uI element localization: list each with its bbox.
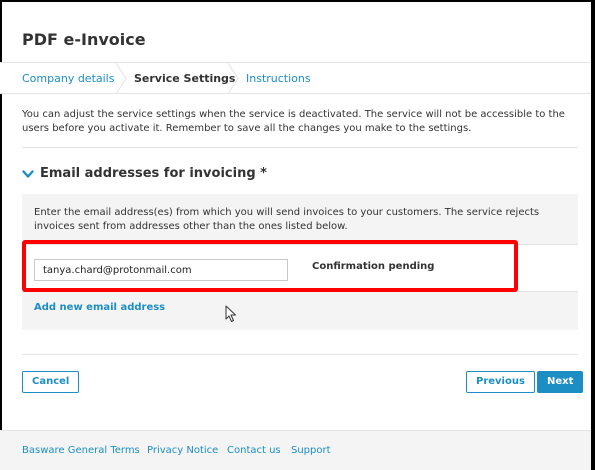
intro-text: You can adjust the service settings when… [22, 109, 565, 134]
divider [22, 354, 578, 355]
footer-link-support[interactable]: Support [291, 445, 331, 456]
highlight-box [22, 240, 518, 292]
section-title: Email addresses for invoicing * [40, 166, 267, 181]
next-button[interactable]: Next [537, 371, 584, 393]
cancel-button[interactable]: Cancel [22, 371, 80, 393]
mouse-pointer-icon [225, 305, 237, 323]
section-toggle[interactable]: Email addresses for invoicing * [22, 166, 267, 181]
wizard-tabs: Company details Service Settings Instruc… [0, 62, 591, 94]
footer-link-contact[interactable]: Contact us [227, 445, 281, 456]
divider [22, 147, 578, 148]
page-title: PDF e-Invoice [22, 30, 146, 49]
tab-company-details[interactable]: Company details [22, 63, 114, 94]
previous-button[interactable]: Previous [466, 371, 535, 393]
section-description: Enter the email address(es) from which y… [34, 207, 540, 232]
footer-link-terms[interactable]: Basware General Terms [22, 445, 140, 456]
footer-link-privacy[interactable]: Privacy Notice [147, 445, 218, 456]
tab-service-settings[interactable]: Service Settings [134, 63, 235, 94]
add-email-link[interactable]: Add new email address [34, 302, 165, 313]
tab-separator-icon [114, 63, 128, 94]
footer: Basware General Terms Privacy Notice Con… [0, 430, 591, 470]
tab-instructions[interactable]: Instructions [246, 63, 311, 94]
chevron-down-icon [22, 168, 34, 180]
window-frame-edge [591, 0, 595, 470]
tab-separator-icon [226, 63, 240, 94]
